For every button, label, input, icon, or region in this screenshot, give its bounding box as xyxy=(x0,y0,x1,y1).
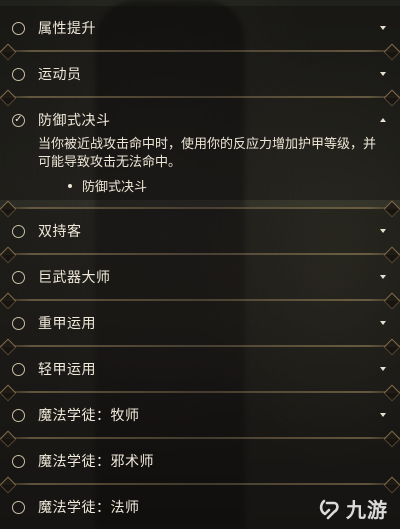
bullet-dot-icon xyxy=(68,183,72,188)
chevron-down-icon[interactable] xyxy=(380,413,386,417)
feat-row-athlete[interactable]: 运动员 xyxy=(0,52,400,96)
feat-row-great-weapon-master[interactable]: 巨武器大师 xyxy=(0,255,400,299)
checkmark-icon[interactable]: ✓ xyxy=(12,113,25,127)
radio-circle-icon[interactable] xyxy=(12,454,25,468)
feat-label: 防御式决斗 xyxy=(38,113,111,129)
radio-circle-icon[interactable] xyxy=(12,408,25,422)
chevron-down-icon[interactable] xyxy=(380,26,386,30)
jiuyou-logo-icon xyxy=(319,499,339,519)
feat-row-lightly-armoured[interactable]: 轻甲运用 xyxy=(0,347,400,391)
chevron-down-icon[interactable] xyxy=(380,321,386,325)
feat-description: 当你被近战攻击命中时，使用你的反应力增加护甲等级，并可能导致攻击无法命中。 xyxy=(38,137,377,170)
feat-row-ability-improvement[interactable]: 属性提升 xyxy=(0,6,400,50)
radio-circle-icon[interactable] xyxy=(12,270,25,284)
chevron-down-icon[interactable] xyxy=(380,229,386,233)
bullet-text: 防御式决斗 xyxy=(82,180,148,195)
watermark-text: 九游 xyxy=(346,498,388,522)
feat-label: 魔法学徒：牧师 xyxy=(38,408,140,424)
radio-circle-icon[interactable] xyxy=(12,224,25,238)
feat-row-dual-wielder[interactable]: 双持客 xyxy=(0,209,400,253)
feat-label: 轻甲运用 xyxy=(38,362,96,378)
feat-label: 重甲运用 xyxy=(38,316,96,332)
radio-circle-icon[interactable] xyxy=(12,500,25,514)
radio-circle-icon[interactable] xyxy=(12,316,25,330)
chevron-down-icon[interactable] xyxy=(380,275,386,279)
feat-label: 魔法学徒：邪术师 xyxy=(38,454,154,470)
radio-circle-icon[interactable] xyxy=(12,362,25,376)
feat-row-magic-initiate-warlock[interactable]: 魔法学徒：邪术师 xyxy=(0,439,400,483)
radio-circle-icon[interactable] xyxy=(12,67,25,81)
feat-row-heavily-armoured[interactable]: 重甲运用 xyxy=(0,301,400,345)
feat-row-magic-initiate-cleric[interactable]: 魔法学徒：牧师 xyxy=(0,393,400,437)
feat-bullet-item: 防御式决斗 xyxy=(68,176,147,195)
feat-list: 属性提升 运动员 ✓ 防御式决斗 当你被近战攻击命中时，使用你的反应力增加护甲等… xyxy=(0,0,400,529)
watermark: 九游 xyxy=(318,494,388,523)
feat-label: 魔法学徒：法师 xyxy=(38,500,140,516)
feat-label: 巨武器大师 xyxy=(38,270,111,286)
feat-label: 属性提升 xyxy=(38,21,96,37)
chevron-down-icon[interactable] xyxy=(380,72,386,76)
chevron-up-icon[interactable] xyxy=(380,118,386,122)
radio-circle-icon[interactable] xyxy=(12,21,25,35)
feat-label: 双持客 xyxy=(38,224,82,240)
chevron-down-icon[interactable] xyxy=(380,367,386,371)
feat-label: 运动员 xyxy=(38,67,82,83)
